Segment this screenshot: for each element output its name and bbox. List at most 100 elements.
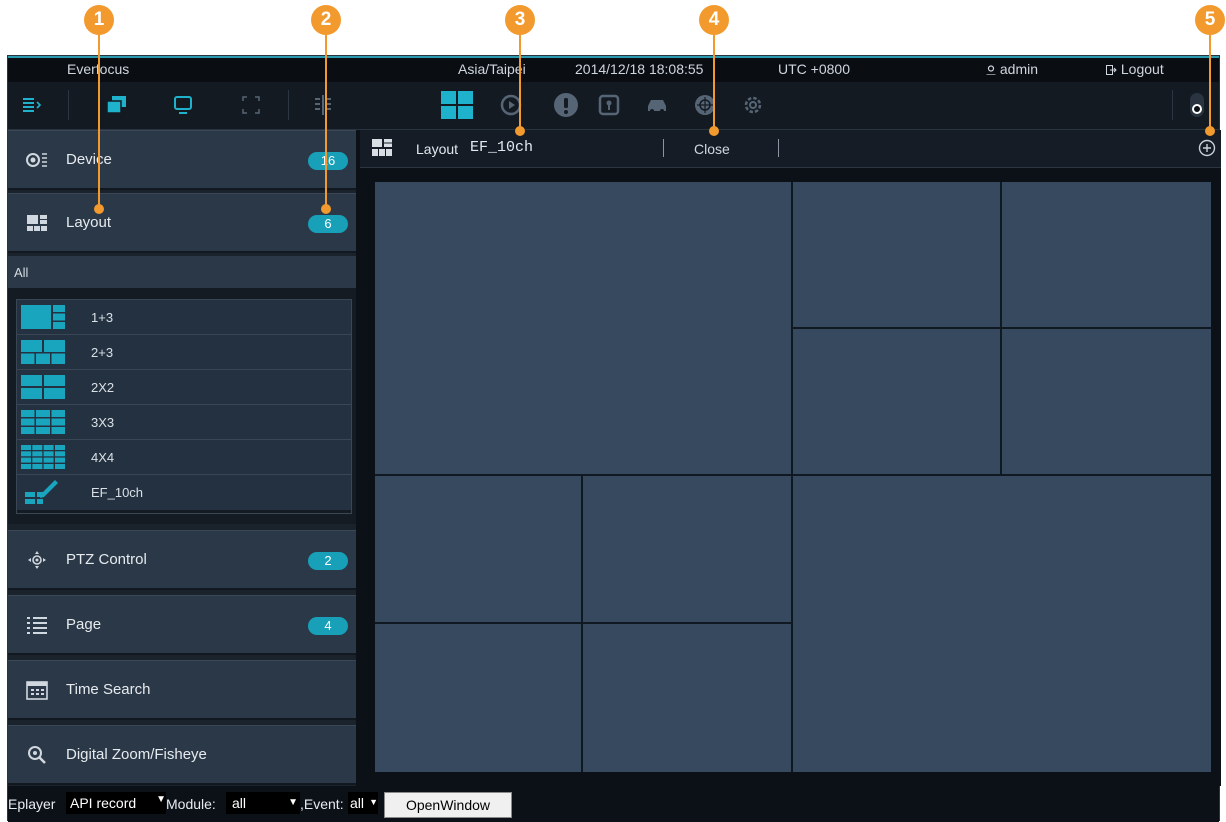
main-toolbar — [8, 82, 1219, 130]
marker-badge: 2 — [311, 5, 341, 35]
marker-badge: 1 — [84, 5, 114, 35]
layout-item-3x3[interactable]: 3X3 — [17, 405, 351, 440]
video-cell[interactable] — [793, 329, 1000, 474]
vehicle-icon[interactable] — [644, 92, 670, 118]
video-cell[interactable] — [793, 182, 1000, 327]
layout-header-prefix: Layout — [416, 141, 459, 157]
video-cell[interactable] — [375, 624, 581, 772]
layout-4x4-thumbnail — [21, 445, 65, 469]
event-select-value: all — [350, 795, 365, 811]
marker-dot — [321, 204, 331, 214]
device-icon — [26, 153, 47, 167]
layout-2x2-thumbnail — [21, 375, 65, 399]
monitor-icon[interactable] — [170, 92, 196, 118]
eplayer-label: Eplayer — [8, 796, 56, 812]
module-label: Module: — [166, 796, 216, 812]
marker-dot — [515, 126, 525, 136]
sidebar: Device 16 Layout 6 All 1+3 2+3 2X2 3X3 4… — [8, 130, 356, 786]
utc-offset: UTC +0800 — [778, 61, 850, 77]
settings-gear-icon[interactable] — [740, 92, 766, 118]
module-select-value: all — [232, 795, 247, 811]
sidebar-item-time-search[interactable]: Time Search — [8, 660, 356, 720]
logout-link[interactable]: Logout — [1106, 61, 1164, 77]
layout-count-badge: 6 — [308, 215, 348, 233]
layout-item-label: EF_10ch — [91, 485, 144, 500]
marker-leader-line — [713, 34, 715, 128]
marker-badge: 4 — [699, 5, 729, 35]
event-label: ,Event: — [300, 796, 344, 812]
digital-zoom-label: Digital Zoom/Fisheye — [66, 746, 207, 763]
app-window: Everfocus Asia/Taipei 2014/12/18 18:08:5… — [7, 55, 1221, 822]
access-control-icon[interactable] — [596, 92, 622, 118]
marker-leader-line — [98, 34, 100, 206]
main-view: Layout EF_10ch Close — [360, 130, 1221, 786]
layout-item-2-3[interactable]: 2+3 — [17, 335, 351, 370]
sidebar-item-ptz-control[interactable]: PTZ Control 2 — [8, 530, 356, 590]
multi-window-icon[interactable] — [104, 92, 130, 118]
camera-toggle-icon[interactable] — [1184, 92, 1210, 118]
ptz-icon — [28, 551, 46, 569]
toolbar-divider — [68, 90, 69, 120]
sidebar-item-page[interactable]: Page 4 — [8, 595, 356, 655]
layout-filter-label: All — [14, 265, 29, 280]
layout-list-panel: All 1+3 2+3 2X2 3X3 4X4 EF_10ch — [8, 256, 356, 524]
username: admin — [999, 61, 1039, 77]
api-select[interactable]: API record ▼ — [66, 792, 166, 814]
marker-dot — [1205, 126, 1215, 136]
fullscreen-icon[interactable] — [238, 92, 264, 118]
page-label: Page — [66, 616, 102, 633]
video-cell[interactable] — [583, 476, 791, 622]
sidebar-item-layout[interactable]: Layout 6 — [8, 193, 356, 253]
current-layout-name: EF_10ch — [470, 139, 534, 156]
calendar-icon — [26, 681, 48, 700]
video-cell[interactable] — [375, 476, 581, 622]
close-layout-button[interactable]: Close — [694, 141, 730, 157]
layout-header-icon — [372, 139, 392, 156]
layout-2-3-thumbnail — [21, 340, 65, 364]
header-divider — [778, 139, 779, 157]
marker-dot — [94, 204, 104, 214]
video-cell[interactable] — [583, 624, 791, 772]
layout-item-label: 2X2 — [91, 380, 115, 395]
device-count-badge: 16 — [308, 152, 348, 170]
event-select[interactable]: all ▼ — [348, 792, 378, 814]
open-window-button[interactable]: OpenWindow — [384, 792, 512, 818]
video-cell[interactable] — [1002, 182, 1211, 327]
split-view-icon[interactable] — [310, 92, 336, 118]
marker-badge: 5 — [1195, 5, 1225, 35]
marker-leader-line — [1209, 34, 1211, 128]
module-select[interactable]: all ▼ — [226, 792, 300, 814]
layout-item-label: 2+3 — [91, 345, 114, 360]
marker-leader-line — [519, 34, 521, 128]
video-cell[interactable] — [375, 182, 791, 474]
layout-icon — [27, 215, 47, 231]
ptz-label: PTZ Control — [66, 551, 147, 568]
zoom-icon — [28, 746, 46, 764]
menu-toggle-icon[interactable] — [19, 92, 45, 118]
sidebar-item-digital-zoom[interactable]: Digital Zoom/Fisheye — [8, 725, 356, 785]
layout-item-2x2[interactable]: 2X2 — [17, 370, 351, 405]
layout-label: Layout — [66, 214, 112, 231]
video-cell[interactable] — [1002, 329, 1211, 474]
marker-badge: 3 — [505, 5, 535, 35]
sidebar-item-device[interactable]: Device 16 — [8, 130, 356, 190]
layout-item-1-3[interactable]: 1+3 — [17, 300, 351, 335]
marker-leader-line — [325, 34, 327, 206]
layout-item-4x4[interactable]: 4X4 — [17, 440, 351, 475]
video-grid — [375, 182, 1211, 772]
header-divider — [663, 139, 664, 157]
layout-item-ef-10ch[interactable]: EF_10ch — [17, 475, 351, 510]
user-icon — [986, 65, 996, 76]
device-label: Device — [66, 151, 112, 168]
custom-layout-edit-icon — [25, 480, 58, 504]
toolbar-divider — [1172, 90, 1173, 120]
user-menu[interactable]: admin — [986, 61, 1038, 77]
chevron-down-icon: ▼ — [156, 794, 166, 805]
ptz-count-badge: 2 — [308, 552, 348, 570]
video-cell[interactable] — [793, 476, 1211, 772]
alert-icon[interactable] — [553, 92, 579, 118]
layout-filter[interactable]: All — [8, 256, 356, 288]
timezone: Asia/Taipei — [458, 61, 526, 77]
add-layout-icon[interactable] — [1198, 139, 1216, 157]
layout-grid-icon[interactable] — [440, 90, 474, 120]
